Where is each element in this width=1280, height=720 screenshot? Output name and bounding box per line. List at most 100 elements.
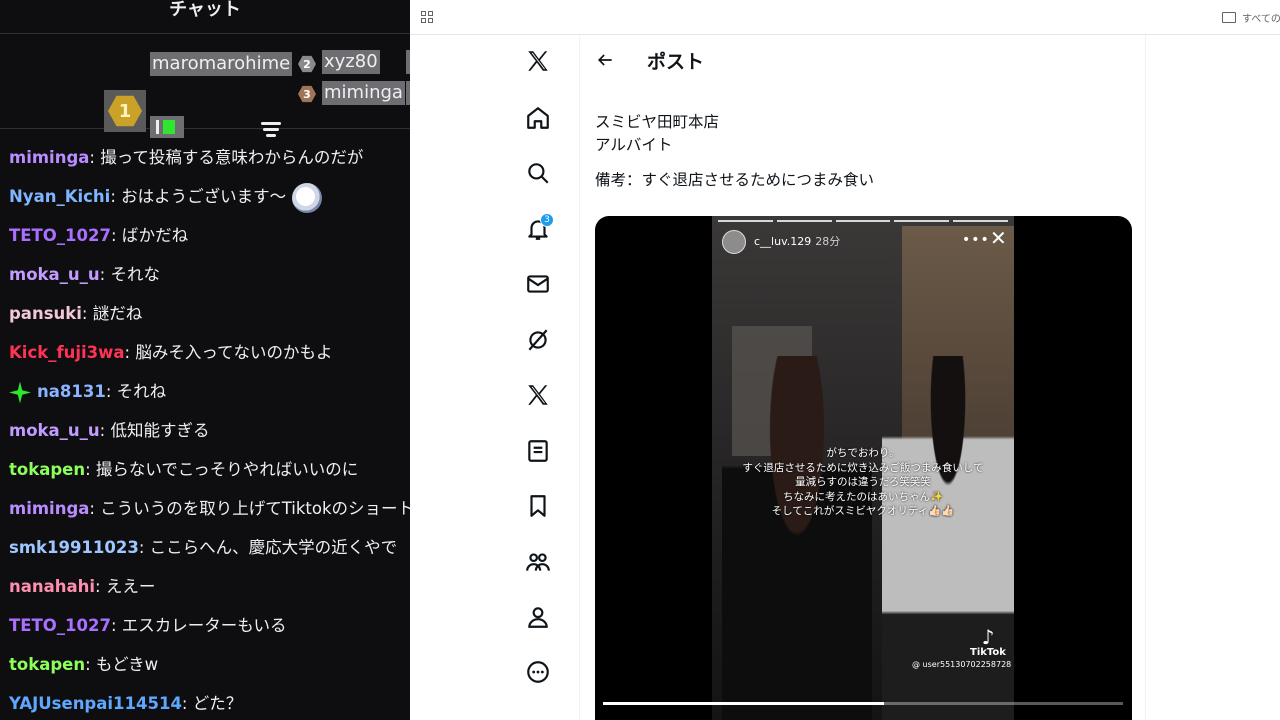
chat-message-text: それな	[110, 265, 160, 284]
chat-message: YAJUsenpai114514: どた？	[9, 694, 243, 713]
chat-message-text: それね	[116, 382, 167, 401]
chat-username[interactable]: smk19911023	[9, 538, 139, 557]
chat-username[interactable]: tokapen	[9, 655, 85, 674]
tiktok-logo-icon: ♪	[981, 625, 995, 649]
chat-message: moka_u_u: それな	[9, 265, 160, 284]
chat-message-text: もどきw	[95, 655, 159, 674]
chat-username[interactable]: moka_u_u	[9, 421, 100, 440]
chat-message-text: 謎だね	[92, 304, 143, 323]
more-dots-icon: •••	[962, 232, 990, 248]
chat-username[interactable]: TETO_1027	[9, 616, 111, 635]
avatar	[722, 230, 746, 254]
close-icon: ✕	[990, 226, 1007, 250]
tiktok-label: TikTok	[970, 647, 1006, 658]
video-caption-overlay: がちでおわり。 すぐ退店させるために炊き込みご飯つまみ食いして 量減らすのは違う…	[742, 447, 984, 517]
chat-message: TETO_1027: ばかだね	[9, 226, 189, 245]
chat-message-text: こういうのを取り上げてTiktokのショート	[100, 499, 410, 518]
bookmarks-icon[interactable]	[518, 486, 558, 526]
chat-message-text: エスカレーターもいる	[121, 616, 287, 635]
browser-window: すべてのブ 3	[410, 0, 1280, 720]
home-icon[interactable]	[518, 98, 558, 138]
chat-message-text: ええー	[105, 577, 156, 596]
chat-message-text: 撮って投稿する意味わからんのだが	[100, 148, 364, 167]
story-progress-segments	[718, 220, 1008, 222]
communities-icon[interactable]	[518, 542, 558, 582]
video-progress-bar[interactable]	[603, 702, 1123, 705]
bits-icon	[150, 116, 184, 138]
chat-message-text: 撮らないでこっそりやればいいのに	[95, 460, 359, 479]
chat-username[interactable]: moka_u_u	[9, 265, 100, 284]
chat-username[interactable]: nanahahi	[9, 577, 95, 596]
premium-x-icon[interactable]	[518, 375, 558, 415]
chat-username[interactable]: miminga	[9, 148, 89, 167]
post-line: 備考：すぐ退店させるためにつまみ食い	[595, 171, 875, 189]
chat-message: TETO_1027: エスカレーターもいる	[9, 616, 287, 635]
chat-message: Kick_fuji3wa: 脳みそ入ってないのかもよ	[9, 343, 333, 362]
chat-username[interactable]: TETO_1027	[9, 226, 111, 245]
tiktok-video-frame: c__luv.129 28分 ••• ✕ がちでおわり。 すぐ退店させるために炊き…	[712, 216, 1014, 720]
chat-message: tokapen: 撮らないでこっそりやればいいのに	[9, 460, 359, 479]
explore-search-icon[interactable]	[518, 153, 558, 193]
chat-message-text: ここらへん、慶応大学の近くやで	[149, 538, 398, 557]
bits-leaderboard: 1 maromarohime 2 xyz80 3 miminga	[0, 34, 410, 138]
post-body: スミビヤ田町本店 アルバイト 備考：すぐ退店させるためにつまみ食い	[595, 111, 874, 192]
bookmarks-bar: すべてのブ	[410, 0, 1280, 35]
lists-icon[interactable]	[518, 431, 558, 471]
leaderboard-second-name[interactable]: xyz80	[322, 50, 380, 74]
chat-message-text: 低知能すぎる	[110, 421, 210, 440]
right-sidebar	[1146, 35, 1280, 720]
chat-message: miminga: 撮って投稿する意味わからんのだが	[9, 148, 364, 167]
bookmark-folder-label: すべてのブ	[1242, 14, 1280, 25]
chat-message: smk19911023: ここらへん、慶応大学の近くやで	[9, 538, 398, 557]
apps-grid-icon[interactable]	[421, 11, 433, 23]
chat-message-list: miminga: 撮って投稿する意味わからんのだが Nyan_Kichi: おはよ…	[0, 138, 410, 720]
leaderboard-third-name[interactable]: miminga	[322, 81, 405, 105]
post-title: ポスト	[647, 51, 705, 73]
chat-message-text: ばかだね	[121, 226, 189, 245]
notification-count-badge: 3	[540, 213, 554, 227]
chat-message: miminga: こういうのを取り上げてTiktokのショート	[0, 489, 410, 528]
more-options-icon[interactable]	[518, 652, 558, 692]
post-video[interactable]: c__luv.129 28分 ••• ✕ がちでおわり。 すぐ退店させるために炊き…	[595, 216, 1132, 720]
chat-title: チャット	[169, 0, 241, 20]
chat-message-text: 脳みそ入ってないのかもよ	[135, 343, 333, 362]
x-side-nav: 3	[506, 35, 580, 720]
chat-panel: チャット 1 maromarohime 2 xyz80 3 miminga mi…	[0, 0, 410, 720]
chat-message: pansuki: 謎だね	[9, 304, 143, 323]
rank-1-badge-icon: 1	[104, 90, 146, 132]
chat-username[interactable]: tokapen	[9, 460, 85, 479]
tiktok-user-id: @ user55130702258728	[912, 660, 1012, 669]
chat-header: チャット	[0, 0, 410, 34]
x-post-detail: ポスト スミビヤ田町本店 アルバイト 備考：すぐ退店させるためにつまみ食い c_…	[580, 35, 1146, 720]
rank-2-badge-icon: 2	[296, 53, 318, 75]
back-arrow-icon[interactable]	[595, 50, 615, 70]
chat-message: Nyan_Kichi: おはようございます〜	[0, 177, 410, 216]
sparkle-badge-icon	[9, 381, 31, 404]
notifications-bell-icon[interactable]: 3	[518, 209, 558, 249]
chat-username[interactable]: pansuki	[9, 304, 82, 323]
x-logo-icon[interactable]	[518, 41, 558, 81]
rank-3-badge-icon: 3	[296, 83, 318, 105]
chat-username[interactable]: YAJUsenpai114514	[9, 694, 182, 713]
bookmark-folder[interactable]: すべてのブ	[1222, 10, 1280, 25]
chat-message-text: おはようございます〜	[121, 187, 287, 206]
messages-envelope-icon[interactable]	[518, 264, 558, 304]
chat-username[interactable]: na8131	[37, 382, 106, 401]
post-header: ポスト	[580, 35, 1146, 85]
chat-message: nanahahi: ええー	[9, 577, 156, 596]
folder-icon	[1222, 12, 1236, 23]
profile-icon[interactable]	[518, 597, 558, 637]
chat-emote-icon	[292, 182, 323, 213]
grok-icon[interactable]	[518, 320, 558, 360]
chat-message: na8131: それね	[0, 372, 410, 411]
chat-username[interactable]: miminga	[9, 499, 89, 518]
chat-message: moka_u_u: 低知能すぎる	[9, 421, 210, 440]
chat-username[interactable]: Nyan_Kichi	[9, 187, 110, 206]
post-line: スミビヤ田町本店	[595, 113, 720, 131]
post-line: アルバイト	[595, 136, 673, 154]
chat-message-text: どた？	[192, 694, 243, 713]
leaderboard-first-name[interactable]: maromarohime	[150, 52, 293, 76]
story-username: c__luv.129 28分	[754, 235, 841, 248]
chat-message: tokapen: もどきw	[9, 655, 159, 674]
chat-username[interactable]: Kick_fuji3wa	[9, 343, 125, 362]
